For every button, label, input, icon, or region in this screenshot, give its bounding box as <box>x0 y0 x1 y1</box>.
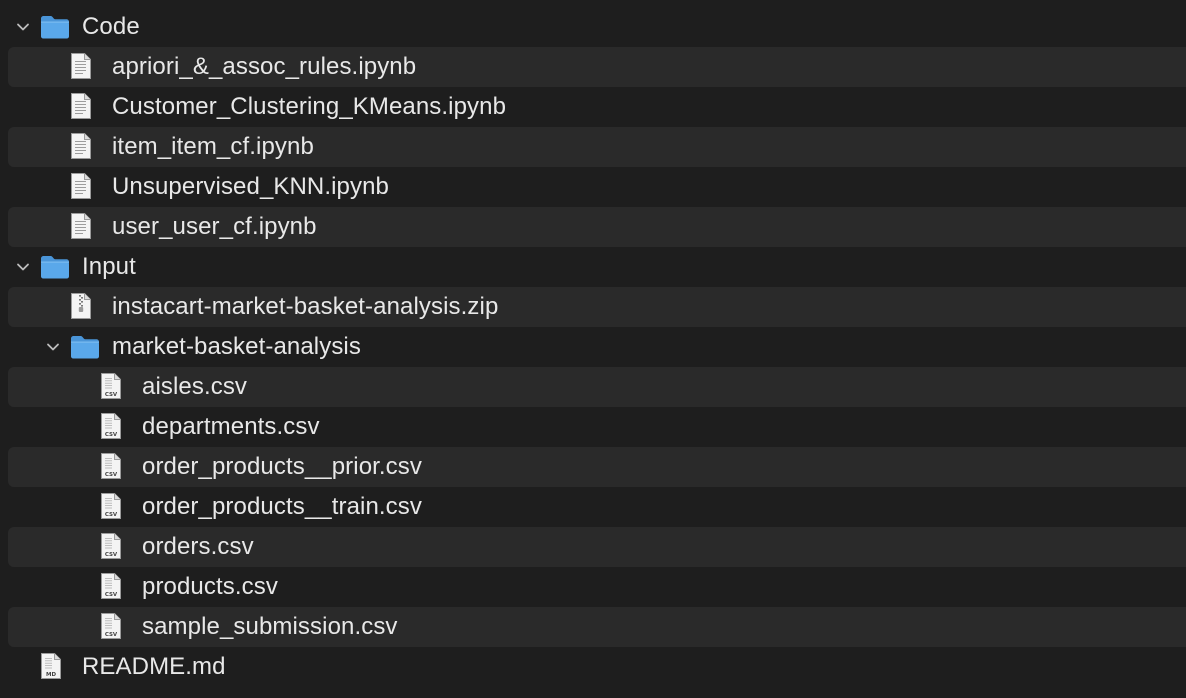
document-icon <box>70 212 92 245</box>
file-row[interactable]: Unsupervised_KNN.ipynb <box>8 167 1186 207</box>
csv-file-icon: CSV <box>100 612 122 645</box>
csv-file-icon: CSV <box>100 532 122 565</box>
file-row[interactable]: CSV departments.csv <box>8 407 1186 447</box>
svg-text:CSV: CSV <box>105 552 118 558</box>
chevron-down-icon[interactable] <box>16 20 30 34</box>
finder-list-view: Code apriori_&_assoc_rules.ipynb Customer_… <box>0 0 1186 698</box>
svg-text:CSV: CSV <box>105 392 118 398</box>
document-icon <box>70 172 92 205</box>
file-row[interactable]: CSV aisles.csv <box>8 367 1186 407</box>
chevron-down-icon[interactable] <box>16 260 30 274</box>
document-icon <box>70 132 92 165</box>
file-row[interactable]: CSV sample_submission.csv <box>8 607 1186 647</box>
folder-icon <box>40 254 70 285</box>
csv-file-icon: CSV <box>100 412 122 445</box>
file-name: order_products__prior.csv <box>142 453 422 480</box>
folder-row[interactable]: Input <box>8 247 1186 287</box>
file-name: products.csv <box>142 573 278 600</box>
file-name: sample_submission.csv <box>142 613 398 640</box>
csv-file-icon: CSV <box>100 372 122 405</box>
file-row[interactable]: instacart-market-basket-analysis.zip <box>8 287 1186 327</box>
file-row[interactable]: user_user_cf.ipynb <box>8 207 1186 247</box>
file-name: departments.csv <box>142 413 320 440</box>
folder-name: Code <box>82 13 140 40</box>
folder-icon <box>40 14 70 45</box>
file-name: item_item_cf.ipynb <box>112 133 314 160</box>
file-row[interactable]: Customer_Clustering_KMeans.ipynb <box>8 87 1186 127</box>
file-row[interactable]: CSV orders.csv <box>8 527 1186 567</box>
svg-text:MD: MD <box>46 672 56 678</box>
file-name: README.md <box>82 653 226 680</box>
file-row[interactable]: CSV order_products__prior.csv <box>8 447 1186 487</box>
file-name: aisles.csv <box>142 373 248 400</box>
file-row[interactable]: item_item_cf.ipynb <box>8 127 1186 167</box>
file-row[interactable]: MD README.md <box>8 647 1186 687</box>
folder-row[interactable]: market-basket-analysis <box>8 327 1186 367</box>
svg-text:CSV: CSV <box>105 432 118 438</box>
file-name: Customer_Clustering_KMeans.ipynb <box>112 93 507 120</box>
file-name: Unsupervised_KNN.ipynb <box>112 173 390 200</box>
file-name: apriori_&_assoc_rules.ipynb <box>112 53 417 80</box>
csv-file-icon: CSV <box>100 572 122 605</box>
svg-text:CSV: CSV <box>105 632 118 638</box>
folder-icon <box>70 334 100 365</box>
file-name: instacart-market-basket-analysis.zip <box>112 293 499 320</box>
file-row[interactable]: CSV products.csv <box>8 567 1186 607</box>
csv-file-icon: CSV <box>100 452 122 485</box>
chevron-down-icon[interactable] <box>46 340 60 354</box>
file-name: order_products__train.csv <box>142 493 422 520</box>
file-row[interactable]: apriori_&_assoc_rules.ipynb <box>8 47 1186 87</box>
file-name: user_user_cf.ipynb <box>112 213 317 240</box>
svg-text:CSV: CSV <box>105 512 118 518</box>
file-row[interactable]: CSV order_products__train.csv <box>8 487 1186 527</box>
document-icon <box>70 52 92 85</box>
csv-file-icon: CSV <box>100 492 122 525</box>
svg-text:CSV: CSV <box>105 472 118 478</box>
markdown-file-icon: MD <box>40 652 62 685</box>
svg-text:CSV: CSV <box>105 592 118 598</box>
folder-name: Input <box>82 253 136 280</box>
folder-name: market-basket-analysis <box>112 333 361 360</box>
zip-archive-icon <box>70 292 92 325</box>
folder-row[interactable]: Code <box>8 7 1186 47</box>
document-icon <box>70 92 92 125</box>
file-name: orders.csv <box>142 533 254 560</box>
